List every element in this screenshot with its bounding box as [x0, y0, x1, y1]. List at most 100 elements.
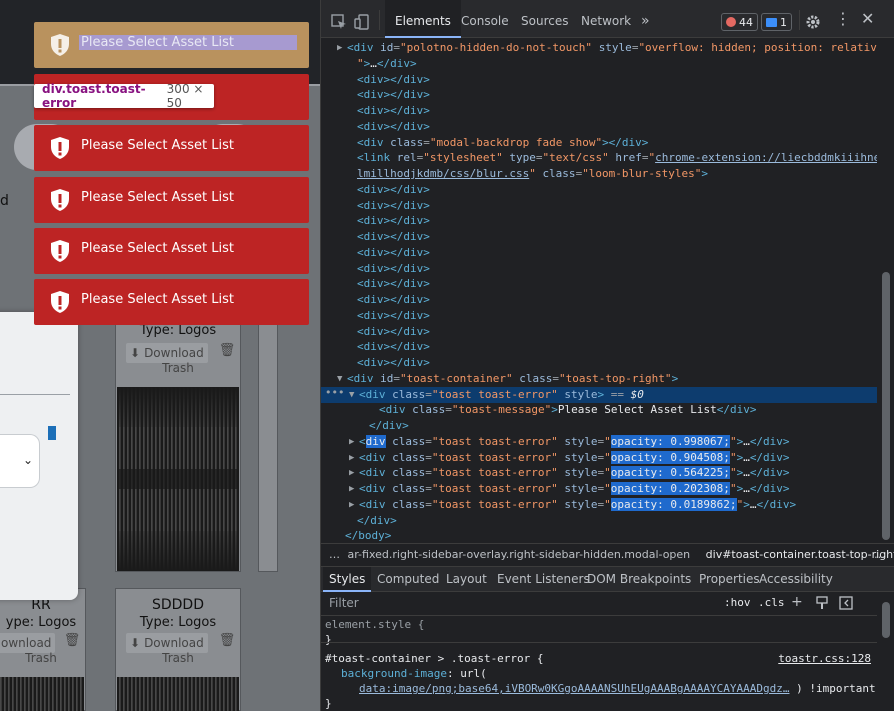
settings-gear-icon[interactable] — [805, 14, 821, 30]
tab-elements[interactable]: Elements — [385, 0, 461, 38]
breadcrumb-item-body[interactable]: ar-fixed.right-sidebar-overlay.right-sid… — [348, 548, 691, 561]
trash-label[interactable]: Trash — [116, 361, 240, 375]
dom-node[interactable]: ▶ <div class="toast toast-error" style="o… — [321, 481, 790, 497]
tab-console[interactable]: Console — [451, 0, 519, 38]
styles-filter-input[interactable]: Filter — [329, 596, 359, 610]
dom-node-markup: <link rel="stylesheet" type="text/css" h… — [357, 151, 877, 165]
dom-node[interactable]: <div></div> — [321, 308, 430, 324]
dom-node[interactable]: ▶ <div id="polotno-hidden-do-not-touch" s… — [321, 40, 877, 56]
dom-node[interactable]: ▶ <div class="toast toast-error" style="o… — [321, 465, 790, 481]
expand-triangle-icon[interactable]: ▶ — [349, 434, 354, 450]
expand-triangle-icon[interactable]: ▶ — [349, 497, 354, 513]
tab-layout[interactable]: Layout — [440, 567, 493, 592]
dom-node[interactable]: ">…</div> — [321, 56, 417, 72]
asset-list-select[interactable]: ⌄ — [0, 434, 40, 488]
dom-node[interactable]: <div></div> — [321, 72, 430, 88]
dom-node-markup: </div> — [357, 513, 397, 527]
rule-selector[interactable]: #toast-container > .toast-error { — [325, 651, 544, 666]
scrollbar-thumb[interactable] — [882, 272, 890, 540]
toast-error[interactable]: Please Select Asset List — [34, 177, 309, 223]
asset-card-top[interactable]: Type: Logos ⬇ Download 🗑 Trash — [115, 296, 241, 572]
dom-node[interactable]: ▶ <div class="toast toast-error" style="o… — [321, 450, 790, 466]
new-style-rule-icon[interactable]: + — [791, 594, 803, 610]
dom-node[interactable]: <div></div> — [321, 339, 430, 355]
dom-node[interactable]: <div></div> — [321, 182, 430, 198]
dom-node-selected[interactable]: ▼ <div class="toast toast-error" style> =… — [321, 386, 877, 403]
breadcrumb-item-toast-container[interactable]: div#toast-container.toast-top-right — [706, 548, 894, 561]
toast-error[interactable]: Please Select Asset List — [34, 279, 309, 325]
expand-triangle-icon[interactable]: ▶ — [349, 481, 354, 497]
data-url-link[interactable]: data:image/png;base64,iVBORw0KGgoAAAANSU… — [359, 682, 789, 695]
expand-triangle-icon[interactable]: ▶ — [349, 465, 354, 481]
expand-triangle-icon[interactable]: ▶ — [337, 40, 342, 56]
dom-node[interactable]: <div></div> — [321, 276, 430, 292]
more-tabs-icon[interactable]: » — [631, 0, 660, 38]
download-button[interactable]: ownload — [0, 633, 56, 653]
dom-node[interactable]: <div></div> — [321, 103, 430, 119]
dom-node[interactable]: <div></div> — [321, 245, 430, 261]
messages-badge[interactable]: 1 — [761, 13, 792, 31]
dom-node-markup: <div class="toast toast-error" style> ==… — [359, 387, 644, 401]
elements-scrollbar[interactable] — [877, 38, 894, 542]
dom-node[interactable]: <div></div> — [321, 213, 430, 229]
trash-icon[interactable]: 🗑 — [218, 633, 236, 653]
dom-node[interactable]: </div> — [321, 418, 409, 434]
messages-count: 1 — [780, 15, 787, 29]
tab-sources[interactable]: Sources — [511, 0, 578, 38]
rule-declaration-value[interactable]: data:image/png;base64,iVBORw0KGgoAAAANSU… — [359, 681, 882, 696]
styles-scrollbar[interactable] — [877, 592, 894, 711]
asset-card-sdddd[interactable]: SDDDD Type: Logos ⬇ Download 🗑 Trash — [115, 588, 241, 711]
toast-error-highlighted[interactable]: Please Select Asset List — [34, 22, 309, 68]
download-button[interactable]: ⬇ Download — [126, 633, 208, 653]
dom-node[interactable]: <div></div> — [321, 229, 430, 245]
asset-card-rr[interactable]: RR ype: Logos ownload 🗑 Trash — [0, 588, 86, 711]
dom-node[interactable]: <div></div> — [321, 198, 430, 214]
collapse-triangle-icon[interactable]: ▼ — [337, 371, 342, 387]
rule-declaration[interactable]: background-image: url( — [341, 666, 487, 681]
device-toolbar-icon[interactable] — [354, 14, 370, 30]
dom-node[interactable]: ▶ <div class="toast toast-error" style="o… — [321, 497, 796, 513]
scrollbar-thumb[interactable] — [882, 602, 890, 638]
collapse-triangle-icon[interactable]: ▼ — [349, 387, 354, 403]
errors-badge[interactable]: 44 — [721, 13, 758, 31]
toast-error[interactable]: Please Select Asset List — [34, 228, 309, 274]
dom-node[interactable]: <div></div> — [321, 292, 430, 308]
side-text: d — [0, 193, 9, 209]
dom-node[interactable]: ▶ <div class="toast toast-error" style="o… — [321, 434, 790, 450]
dom-node[interactable]: <div></div> — [321, 355, 430, 371]
trash-label[interactable]: Trash — [116, 651, 240, 665]
dom-node[interactable]: <div></div> — [321, 261, 430, 277]
toast-error[interactable]: Please Select Asset List — [34, 125, 309, 171]
tab-dom-breakpoints[interactable]: DOM Breakpoints — [581, 567, 697, 592]
dom-node[interactable]: <div class="toast-message">Please Select… — [321, 402, 757, 418]
dom-node[interactable]: <div></div> — [321, 324, 430, 340]
paint-brush-icon[interactable] — [815, 596, 829, 610]
close-devtools-icon[interactable]: ✕ — [861, 9, 874, 28]
trash-icon[interactable]: 🗑 — [218, 343, 236, 363]
cls-toggle[interactable]: .cls — [758, 596, 785, 609]
toggle-sidebar-icon[interactable] — [839, 596, 853, 610]
hov-toggle[interactable]: :hov — [724, 596, 751, 609]
trash-icon[interactable]: 🗑 — [63, 633, 81, 653]
expand-triangle-icon[interactable]: ▶ — [349, 450, 354, 466]
tab-styles[interactable]: Styles — [323, 567, 372, 592]
dom-node[interactable]: ▼ <div id="toast-container" class="toast-… — [321, 371, 678, 387]
tab-computed[interactable]: Computed — [371, 567, 445, 592]
trash-label[interactable]: Trash — [0, 651, 85, 665]
dom-node[interactable]: </body> — [321, 528, 391, 542]
element-style-selector[interactable]: element.style { — [325, 617, 424, 632]
tab-accessibility[interactable]: Accessibility — [753, 567, 839, 592]
dom-node[interactable]: lmillhodjkdmb/css/blur.css" class="loom-… — [321, 166, 708, 182]
download-button[interactable]: ⬇ Download — [126, 343, 208, 363]
inspect-element-icon[interactable] — [331, 14, 347, 30]
dom-node[interactable]: <link rel="stylesheet" type="text/css" h… — [321, 150, 877, 166]
breadcrumb-more[interactable]: … — [874, 544, 885, 565]
rule-source-link[interactable]: toastr.css:128 — [778, 651, 871, 666]
dom-node[interactable]: <div></div> — [321, 119, 430, 135]
more-options-icon[interactable]: ⋮ — [835, 10, 851, 28]
dom-node[interactable]: <div></div> — [321, 87, 430, 103]
breadcrumb-ellipsis[interactable]: … — [329, 548, 340, 561]
dom-node[interactable]: </div> — [321, 513, 397, 529]
dom-node[interactable]: <div class="modal-backdrop fade show"></… — [321, 135, 648, 151]
elements-tree[interactable]: ▶ <div id="polotno-hidden-do-not-touch" s… — [321, 38, 877, 542]
